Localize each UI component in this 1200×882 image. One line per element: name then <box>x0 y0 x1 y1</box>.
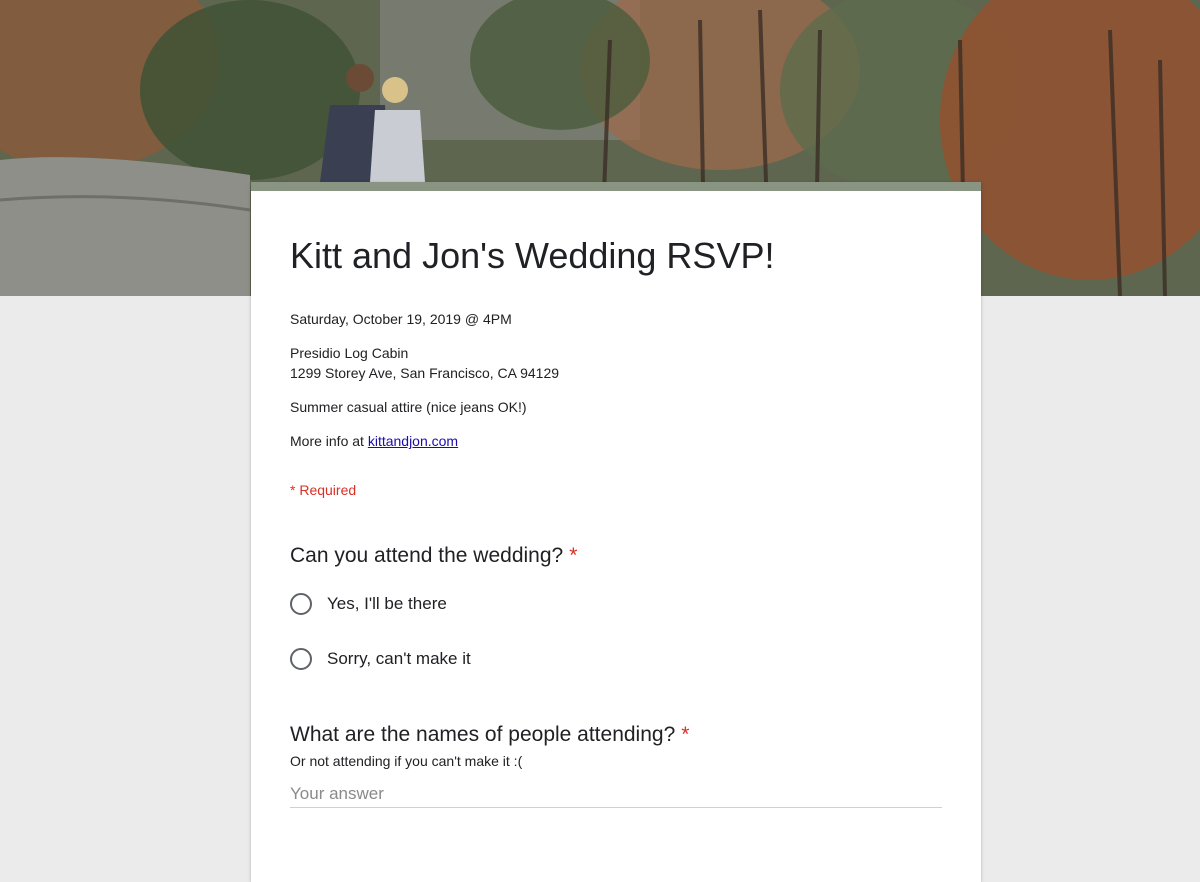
more-info-line: More info at kittandjon.com <box>290 431 559 451</box>
event-date: Saturday, October 19, 2019 @ 4PM <box>290 311 512 327</box>
question-text: What are the names of people attending? <box>290 723 676 746</box>
question-attendance-title: Can you attend the wedding? * <box>290 544 577 568</box>
website-link[interactable]: kittandjon.com <box>368 433 458 449</box>
option-label: Sorry, can't make it <box>327 649 471 668</box>
question-helper-text: Or not attending if you can't make it :( <box>290 753 523 769</box>
event-location: Presidio Log Cabin 1299 Storey Ave, San … <box>290 343 559 383</box>
option-no[interactable]: Sorry, can't make it <box>290 648 471 670</box>
option-yes[interactable]: Yes, I'll be there <box>290 593 447 615</box>
radio-unchecked-icon[interactable] <box>290 593 312 615</box>
attire-note: Summer casual attire (nice jeans OK!) <box>290 399 527 415</box>
form-title: Kitt and Jon's Wedding RSVP! <box>290 235 775 276</box>
radio-unchecked-icon[interactable] <box>290 648 312 670</box>
names-answer-input[interactable] <box>290 781 942 808</box>
form-card: Kitt and Jon's Wedding RSVP! Saturday, O… <box>251 182 981 882</box>
more-info-prefix: More info at <box>290 433 368 449</box>
required-asterisk: * <box>681 723 690 746</box>
question-text: Can you attend the wedding? <box>290 544 564 567</box>
venue-address: 1299 Storey Ave, San Francisco, CA 94129 <box>290 365 560 381</box>
question-names-title: What are the names of people attending? * <box>290 723 689 747</box>
required-asterisk: * <box>569 544 578 567</box>
venue-name: Presidio Log Cabin <box>290 345 409 361</box>
form-description: Saturday, October 19, 2019 @ 4PM Presidi… <box>290 309 559 465</box>
option-label: Yes, I'll be there <box>327 594 447 613</box>
required-legend: * Required <box>290 482 357 498</box>
